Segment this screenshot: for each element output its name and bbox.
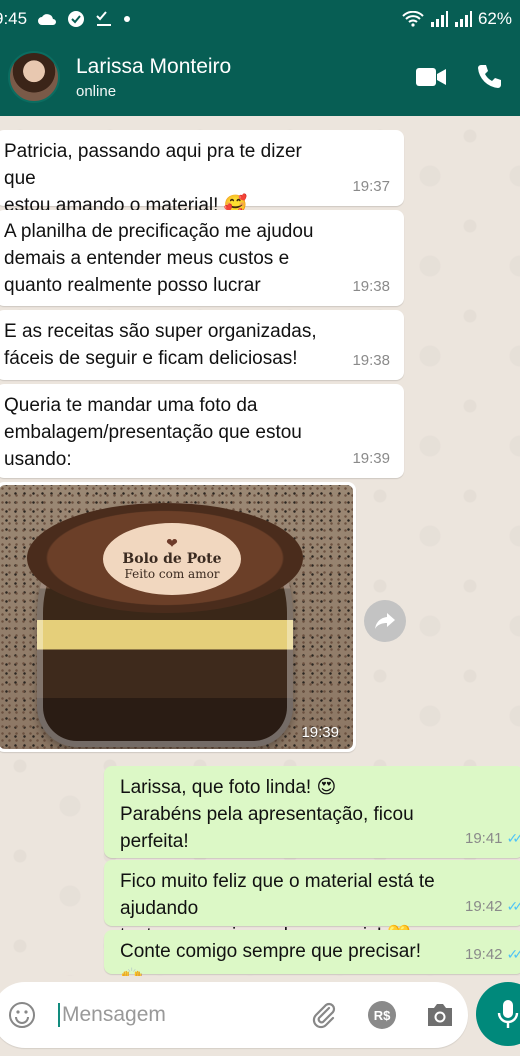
battery-level: 62% <box>477 9 512 28</box>
message-list[interactable]: Patricia, passando aqui pra te dizer que… <box>0 116 520 989</box>
message-text: Larissa, que foto linda! 😍 Parabéns pela… <box>120 777 414 852</box>
message-bubble[interactable]: Queria te mandar uma foto da embalagem/p… <box>0 384 404 478</box>
message-time: 19:42 <box>464 946 503 963</box>
message-bubble[interactable]: Fico muito feliz que o material está te … <box>104 860 520 946</box>
read-ticks-icon: ✓✓ <box>506 898 520 914</box>
pot-label-subtitle: Feito com amor <box>124 567 220 581</box>
dot-icon <box>124 16 131 22</box>
contact-status: online <box>76 82 117 100</box>
mic-icon <box>497 1000 519 1028</box>
check-circle-icon <box>68 11 85 27</box>
photo-image[interactable]: ❤ Bolo de Pote Feito com amor 19:39 <box>0 485 353 749</box>
payment-button[interactable]: R$ <box>360 993 404 1037</box>
wifi-icon <box>402 11 424 27</box>
message-text: A planilha de precificação me ajudou dem… <box>4 221 314 296</box>
chat-header: Larissa Monteiro online <box>0 38 520 116</box>
camera-icon <box>428 1004 452 1026</box>
camera-button[interactable] <box>418 993 462 1037</box>
phone-icon <box>478 65 501 88</box>
forward-button[interactable] <box>364 600 406 642</box>
message-bubble[interactable]: Conte comigo sempre que precisar! 🙌 19:4… <box>104 930 520 989</box>
message-input[interactable] <box>58 1003 288 1027</box>
signal-icon <box>454 11 472 27</box>
message-bubble[interactable]: Larissa, que foto linda! 😍 Parabéns pela… <box>104 766 520 858</box>
message-time: 19:38 <box>352 352 390 369</box>
message-text: Patricia, passando aqui pra te dizer que… <box>4 141 302 216</box>
message-bubble[interactable]: Patricia, passando aqui pra te dizer que… <box>0 130 404 216</box>
payment-label: R$ <box>373 1007 391 1023</box>
dessert-pot-image: ❤ Bolo de Pote Feito com amor <box>27 503 303 747</box>
message-time: 19:39 <box>352 450 390 467</box>
message-input-pill: R$ <box>0 982 468 1048</box>
message-bubble[interactable]: E as receitas são super organizadas, fác… <box>0 310 404 380</box>
message-bubble[interactable]: A planilha de precificação me ajudou dem… <box>0 210 404 306</box>
photo-time: 19:39 <box>301 724 339 741</box>
heart-icon: ❤ <box>166 536 178 552</box>
contact-info[interactable]: Larissa Monteiro online <box>76 55 404 100</box>
emoji-icon <box>9 1002 35 1028</box>
video-call-icon <box>416 68 446 86</box>
voice-call-button[interactable] <box>462 50 516 104</box>
forward-icon <box>375 613 395 629</box>
emoji-button[interactable] <box>0 993 44 1037</box>
cloud-icon <box>38 14 57 25</box>
avatar[interactable] <box>8 51 60 103</box>
message-time: 19:38 <box>352 278 390 295</box>
read-ticks-icon: ✓✓ <box>506 946 520 962</box>
message-time: 19:37 <box>352 178 390 195</box>
pot-label-title: Bolo de Pote <box>122 551 222 567</box>
status-bar: 9:45 62% <box>0 0 520 38</box>
message-input-bar: R$ <box>0 976 520 1056</box>
message-time: 19:42 <box>464 898 503 915</box>
contact-name: Larissa Monteiro <box>76 54 232 78</box>
message-text: Queria te mandar uma foto da embalagem/p… <box>4 395 302 470</box>
status-time: 9:45 <box>0 9 28 28</box>
attach-button[interactable] <box>302 993 346 1037</box>
message-text: E as receitas são super organizadas, fác… <box>4 321 317 369</box>
pot-label: ❤ Bolo de Pote Feito com amor <box>103 523 241 595</box>
photo-message[interactable]: ❤ Bolo de Pote Feito com amor 19:39 <box>0 482 356 752</box>
video-call-button[interactable] <box>404 50 458 104</box>
message-time: 19:41 <box>464 830 503 847</box>
signal-icon <box>430 11 448 27</box>
read-ticks-icon: ✓✓ <box>506 830 520 846</box>
checklist-icon <box>96 11 112 26</box>
attach-icon <box>312 1002 336 1029</box>
mic-button[interactable] <box>476 982 520 1046</box>
